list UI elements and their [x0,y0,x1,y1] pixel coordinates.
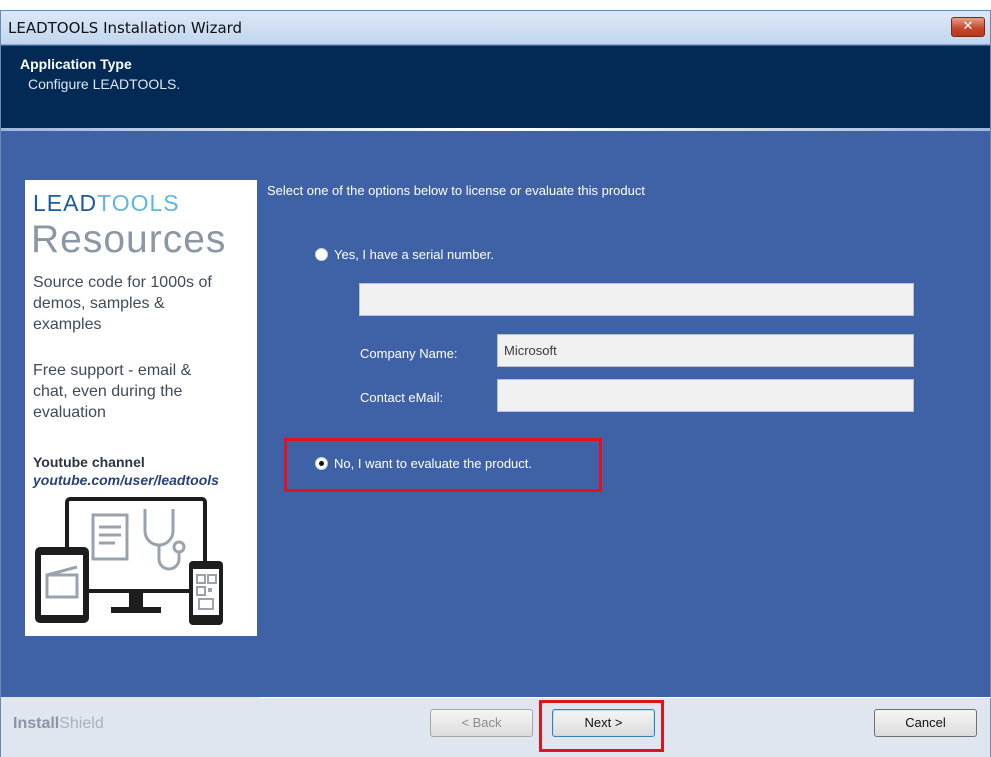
instruction-text: Select one of the options below to licen… [267,183,645,198]
youtube-label: Youtube channel [33,454,145,470]
resources-heading: Resources [31,218,227,261]
highlight-box-evaluate [284,438,602,492]
cancel-button[interactable]: Cancel [874,709,977,737]
highlight-box-next [539,700,664,752]
company-name-label: Company Name: [360,346,458,361]
serial-number-field[interactable] [359,283,914,316]
cropped-caption-strip [0,0,991,10]
devices-icon [35,497,223,625]
title-bar: LEADTOOLS Installation Wizard ✕ [1,11,990,45]
promo-line: evaluation [33,404,106,421]
window-title: LEADTOOLS Installation Wizard [8,19,243,37]
serial-number-radio[interactable] [315,248,328,261]
resources-panel: LEADTOOLS Resources Source code for 1000… [25,180,257,636]
installshield-logo: InstallShield [13,715,104,732]
installer-window: LEADTOOLS Installation Wizard ✕ Applicat… [0,10,991,757]
close-button[interactable]: ✕ [951,17,985,37]
wizard-header: Application Type Configure LEADTOOLS. [1,46,990,130]
header-title: Application Type [20,56,132,72]
promo-line: chat, even during the [33,383,183,400]
promo-line: examples [33,316,102,333]
wizard-footer: InstallShield < Back Next > Cancel [1,697,991,757]
contact-email-field[interactable] [497,379,914,412]
wizard-body: LEADTOOLS Resources Source code for 1000… [1,131,990,697]
promo-line: Source code for 1000s of [33,274,212,291]
footer-divider [259,697,991,698]
youtube-link[interactable]: youtube.com/user/leadtools [33,472,219,488]
serial-number-label: Yes, I have a serial number. [334,247,494,262]
company-name-field[interactable]: Microsoft [497,334,914,367]
header-subtitle: Configure LEADTOOLS. [28,76,181,92]
serial-number-option[interactable]: Yes, I have a serial number. [315,247,494,262]
promo-line: demos, samples & [33,295,165,312]
contact-email-label: Contact eMail: [360,390,444,405]
leadtools-logo: LEADTOOLS [33,190,180,216]
close-icon: ✕ [962,19,974,34]
promo-line: Free support - email & [33,362,192,379]
back-button[interactable]: < Back [430,709,533,737]
